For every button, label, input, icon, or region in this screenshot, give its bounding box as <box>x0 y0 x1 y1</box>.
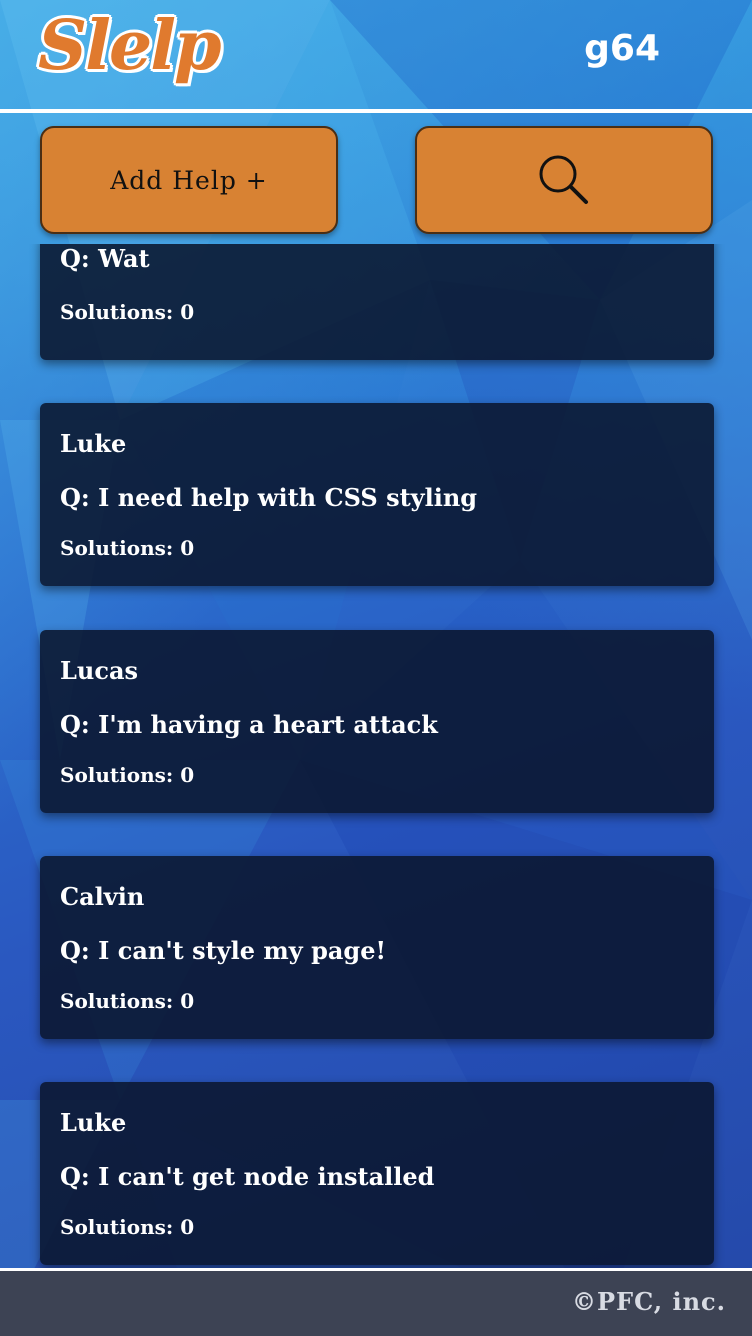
copyright-text: ©PFC, inc. <box>571 1287 726 1316</box>
app-footer: ©PFC, inc. <box>0 1268 752 1336</box>
post-solutions: Solutions: 0 <box>60 1215 195 1239</box>
add-help-button[interactable]: Add Help + <box>40 126 338 234</box>
app-logo[interactable]: Slelp <box>38 6 222 86</box>
search-icon <box>539 155 588 204</box>
post-author: Luke <box>60 1108 127 1137</box>
help-feed[interactable]: Q: Wat Solutions: 0 Luke Q: I need help … <box>0 244 752 1268</box>
app-header: Slelp g64 <box>0 0 752 110</box>
search-button[interactable] <box>415 126 713 234</box>
post-question: Q: I can't get node installed <box>60 1162 435 1191</box>
post-card[interactable]: Calvin Q: I can't style my page! Solutio… <box>40 856 714 1039</box>
post-question: Q: Wat <box>60 244 150 273</box>
username[interactable]: g64 <box>584 28 660 69</box>
post-solutions: Solutions: 0 <box>60 989 195 1013</box>
post-card[interactable]: Lucas Q: I'm having a heart attack Solut… <box>40 630 714 813</box>
post-question: Q: I'm having a heart attack <box>60 710 438 739</box>
post-solutions: Solutions: 0 <box>60 763 195 787</box>
post-card[interactable]: Q: Wat Solutions: 0 <box>40 244 714 360</box>
post-solutions: Solutions: 0 <box>60 536 195 560</box>
post-author: Lucas <box>60 656 138 685</box>
post-card[interactable]: Luke Q: I need help with CSS styling Sol… <box>40 403 714 586</box>
post-question: Q: I can't style my page! <box>60 936 387 965</box>
header-divider <box>0 109 752 113</box>
post-solutions: Solutions: 0 <box>60 300 195 324</box>
post-card[interactable]: Luke Q: I can't get node installed Solut… <box>40 1082 714 1265</box>
post-author: Luke <box>60 429 127 458</box>
post-question: Q: I need help with CSS styling <box>60 483 478 512</box>
post-author: Calvin <box>60 882 145 911</box>
